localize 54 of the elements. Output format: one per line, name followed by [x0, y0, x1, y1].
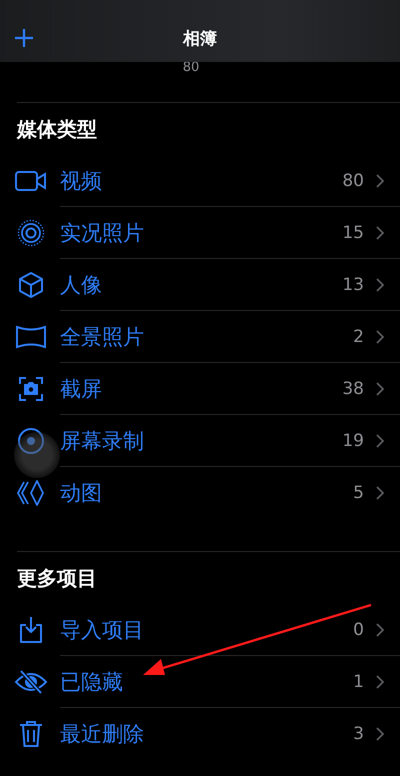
- chevron-right-icon: [376, 434, 384, 448]
- chevron-right-icon: [376, 486, 384, 500]
- album-name: 动图: [60, 480, 103, 507]
- item-count: 0: [353, 620, 364, 640]
- chevron-right-icon: [376, 622, 384, 636]
- chevron-right-icon: [376, 226, 384, 240]
- item-count: 2: [353, 326, 364, 346]
- item-count: 3: [353, 724, 364, 744]
- video-camera-icon: [15, 170, 47, 192]
- item-count: 1: [353, 672, 364, 692]
- album-row[interactable]: 最近删除 3: [0, 708, 400, 760]
- album-name: 屏幕录制: [60, 428, 145, 454]
- hidden-eye-icon: [14, 669, 48, 695]
- album-name: 导入项目: [60, 616, 145, 644]
- album-row[interactable]: 人像 13: [0, 259, 400, 311]
- album-name: 人像: [60, 272, 103, 298]
- album-name: 实况照片: [60, 220, 145, 246]
- add-icon[interactable]: [14, 28, 34, 48]
- album-name: 最近删除: [60, 721, 145, 748]
- camera-icon: [18, 376, 44, 402]
- record-icon: [17, 427, 45, 455]
- item-count: 80: [342, 170, 364, 190]
- chevron-right-icon: [376, 727, 384, 741]
- item-count: 38: [342, 378, 364, 398]
- diamond-chevrons-icon: [17, 479, 45, 507]
- chevron-right-icon: [376, 382, 384, 396]
- concentric-circles-icon: [17, 219, 45, 247]
- album-row[interactable]: 视频 80: [0, 155, 400, 207]
- panorama-icon: [15, 325, 47, 349]
- chevron-right-icon: [376, 674, 384, 688]
- album-row[interactable]: 屏幕录制 19: [0, 415, 400, 467]
- item-count: 15: [342, 222, 364, 242]
- page-title: 相簿: [183, 28, 217, 50]
- album-row[interactable]: 实况照片 15: [0, 207, 400, 259]
- section-title: 更多项目: [17, 564, 97, 592]
- item-count: 19: [342, 430, 364, 450]
- item-count: 13: [342, 274, 364, 294]
- cube-icon: [18, 271, 44, 299]
- chevron-right-icon: [376, 330, 384, 344]
- album-row[interactable]: 导入项目 0: [0, 604, 400, 656]
- section-title: 媒体类型: [17, 116, 97, 142]
- album-row[interactable]: 全景照片 2: [0, 311, 400, 363]
- album-name: 截屏: [60, 376, 103, 402]
- download-tray-icon: [19, 616, 43, 644]
- album-name: 已隐藏: [60, 668, 124, 696]
- album-name: 视频: [60, 168, 103, 194]
- chevron-right-icon: [376, 174, 384, 188]
- album-row[interactable]: 动图 5: [0, 467, 400, 519]
- floating-touch-button[interactable]: [14, 432, 60, 478]
- album-name: 全景照片: [60, 324, 145, 350]
- album-row[interactable]: 截屏 38: [0, 363, 400, 415]
- chevron-right-icon: [376, 278, 384, 292]
- item-count: 5: [353, 483, 364, 503]
- trash-icon: [19, 720, 43, 748]
